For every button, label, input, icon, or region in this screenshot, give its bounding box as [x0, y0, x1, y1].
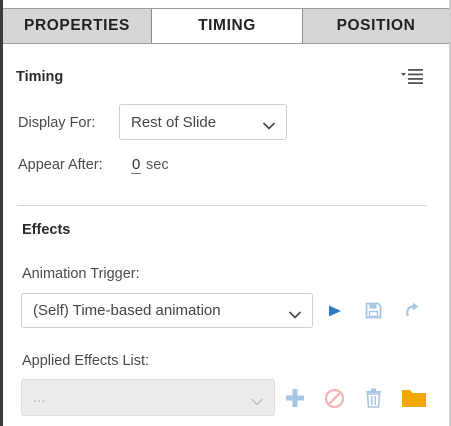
- applied-effects-label: Applied Effects List:: [22, 353, 150, 369]
- trash-icon[interactable]: [362, 386, 384, 410]
- play-icon[interactable]: [325, 302, 345, 320]
- appear-after-unit: sec: [146, 157, 169, 173]
- effects-section-title: Effects: [22, 222, 71, 238]
- chevron-down-icon: [262, 118, 276, 130]
- animation-trigger-value: (Self) Time-based animation: [33, 302, 221, 319]
- panel-left-edge: [0, 0, 3, 426]
- section-divider: [17, 205, 427, 206]
- timing-section-title: Timing: [16, 69, 64, 85]
- tab-position[interactable]: POSITION: [303, 9, 449, 43]
- applied-effects-value: ...: [33, 389, 46, 406]
- display-for-select[interactable]: Rest of Slide: [119, 104, 287, 140]
- properties-panel: PROPERTIES TIMING POSITION Timing Displa…: [0, 0, 451, 426]
- folder-icon[interactable]: [400, 386, 428, 410]
- tab-properties[interactable]: PROPERTIES: [3, 9, 152, 43]
- save-icon[interactable]: [362, 300, 384, 320]
- add-icon[interactable]: [284, 387, 306, 409]
- display-for-label: Display For:: [18, 115, 96, 131]
- redo-icon[interactable]: [401, 299, 423, 321]
- panel-menu-icon[interactable]: [399, 67, 425, 85]
- tab-timing[interactable]: TIMING: [152, 9, 303, 43]
- appear-after-input[interactable]: 0: [131, 156, 142, 174]
- chevron-down-icon: [288, 306, 302, 319]
- disable-icon[interactable]: [322, 386, 346, 410]
- applied-effects-select[interactable]: ...: [21, 379, 275, 416]
- tab-bar: PROPERTIES TIMING POSITION: [3, 8, 449, 44]
- chevron-down-icon: [250, 393, 264, 406]
- display-for-value: Rest of Slide: [131, 113, 217, 131]
- animation-trigger-select[interactable]: (Self) Time-based animation: [21, 293, 313, 328]
- appear-after-label: Appear After:: [18, 157, 103, 173]
- animation-trigger-label: Animation Trigger:: [22, 266, 140, 282]
